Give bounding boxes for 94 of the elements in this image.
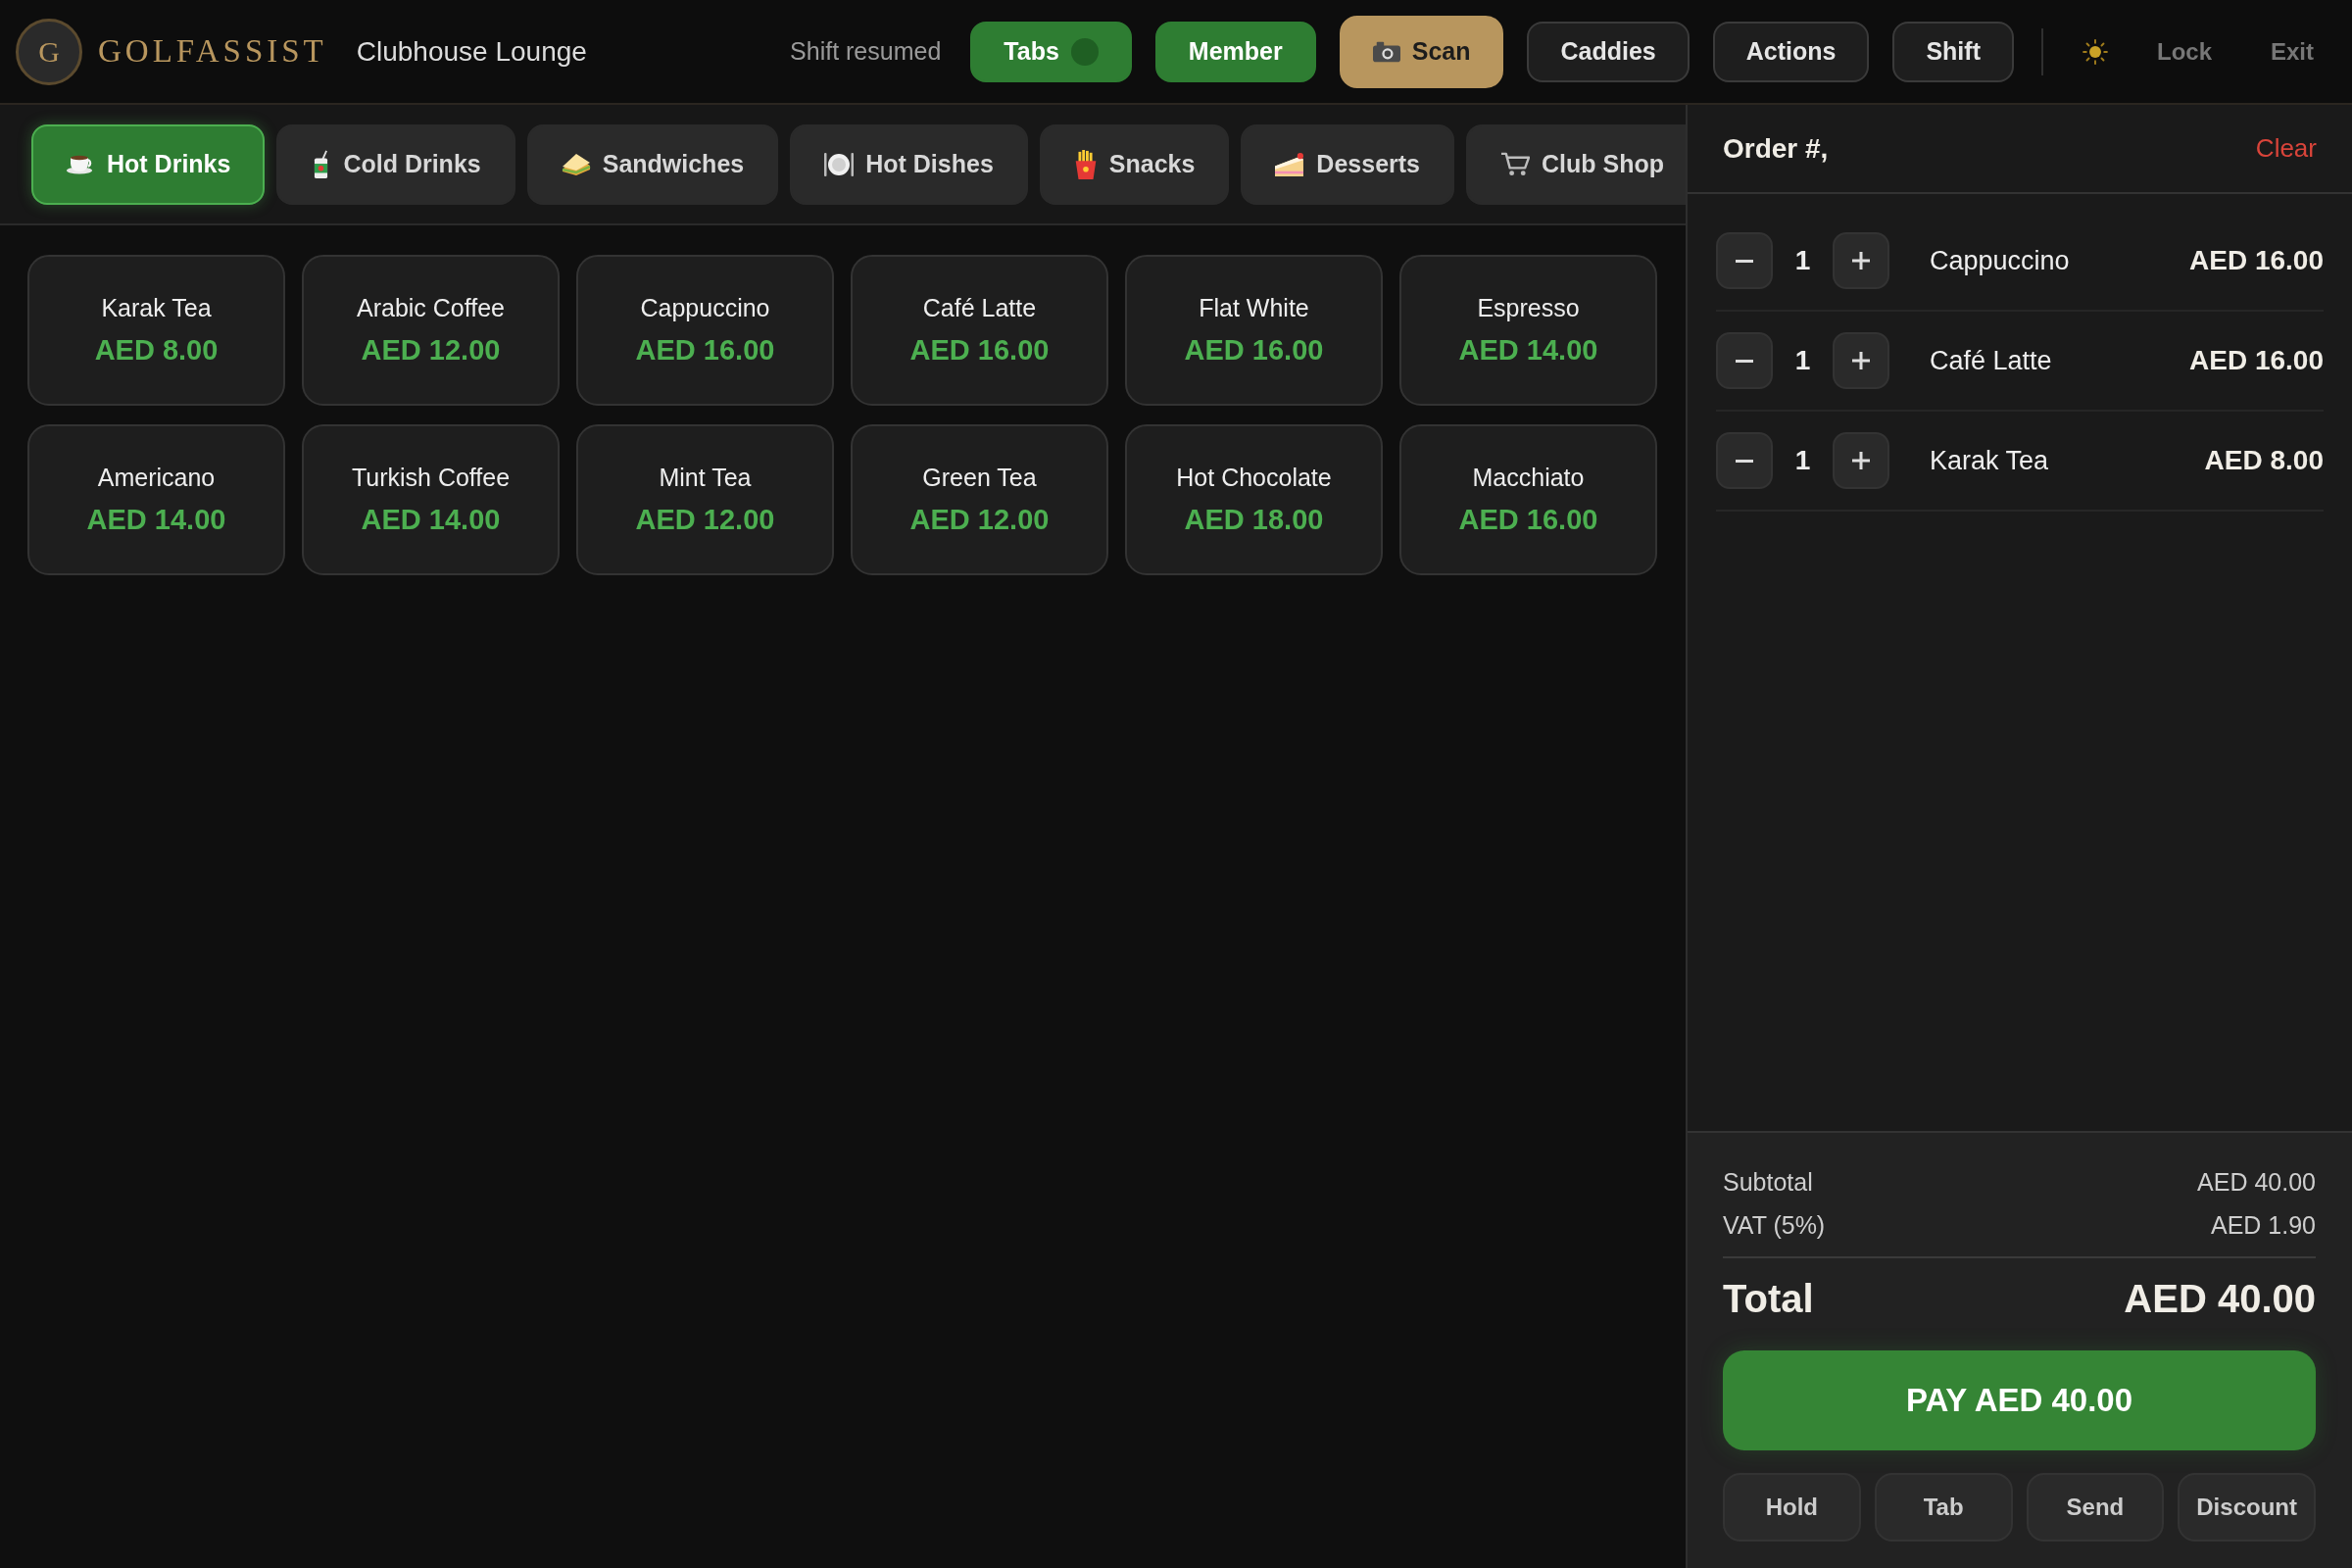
sun-icon[interactable] xyxy=(2082,38,2108,65)
scan-button[interactable]: Scan xyxy=(1339,15,1504,88)
dot-icon xyxy=(1070,37,1099,66)
cake-slice-icon xyxy=(1275,152,1305,176)
product-card[interactable]: Karak Tea AED 8.00 xyxy=(27,255,285,406)
product-name: Cappuccino xyxy=(640,294,770,322)
product-name: Americano xyxy=(97,464,216,492)
minus-icon xyxy=(1736,359,1753,363)
item-price: AED 8.00 xyxy=(2204,445,2324,476)
product-name: Turkish Coffee xyxy=(351,464,511,492)
toolbar-button[interactable]: Caddies xyxy=(1527,21,1690,82)
order-action-button[interactable]: Discount xyxy=(2178,1473,2316,1542)
order-action-button[interactable]: Send xyxy=(2026,1473,2165,1542)
item-price: AED 16.00 xyxy=(2189,345,2324,376)
pay-button[interactable]: PAY AED 40.00 xyxy=(1723,1350,2316,1450)
product-name: Arabic Coffee xyxy=(357,294,505,322)
product-name: Karak Tea xyxy=(101,294,212,322)
product-name: Green Tea xyxy=(922,464,1037,492)
order-action-button[interactable]: Tab xyxy=(1874,1473,2013,1542)
product-name: Macchiato xyxy=(1472,464,1585,492)
category-tab[interactable]: Hot Drinks xyxy=(31,123,266,205)
toolbar-button[interactable]: Actions xyxy=(1712,21,1870,82)
summary-value: AED 40.00 xyxy=(2197,1167,2316,1197)
item-name: Café Latte xyxy=(1930,345,2053,376)
product-card[interactable]: Mint Tea AED 12.00 xyxy=(576,424,834,575)
product-name: Café Latte xyxy=(922,294,1037,322)
minus-icon xyxy=(1736,259,1753,263)
member-button[interactable]: Member xyxy=(1154,21,1316,82)
item-name: Karak Tea xyxy=(1930,445,2050,476)
minus-icon xyxy=(1736,459,1753,463)
plate-icon xyxy=(824,150,855,178)
logo-mark: G xyxy=(16,18,82,85)
product-price: AED 14.00 xyxy=(361,504,501,536)
product-card[interactable]: Arabic Coffee AED 12.00 xyxy=(302,255,560,406)
item-quantity: 1 xyxy=(1793,345,1812,376)
product-name: Espresso xyxy=(1477,294,1580,322)
product-price: AED 8.00 xyxy=(94,334,219,367)
fries-icon xyxy=(1073,149,1098,179)
increase-button[interactable] xyxy=(1833,432,1889,489)
category-tab[interactable]: Cold Drinks xyxy=(276,123,515,205)
product-price: AED 12.00 xyxy=(635,504,775,536)
product-card[interactable]: Cappuccino AED 16.00 xyxy=(576,255,834,406)
product-card[interactable]: Americano AED 14.00 xyxy=(27,424,285,575)
toolbar-button[interactable]: Shift xyxy=(1892,21,2014,82)
product-price: AED 16.00 xyxy=(1458,504,1598,536)
clear-button[interactable]: Clear xyxy=(2249,127,2323,170)
location-name: Clubhouse Lounge xyxy=(356,35,587,68)
tabs-button[interactable]: Tabs xyxy=(970,21,1132,82)
increase-button[interactable] xyxy=(1833,332,1889,389)
product-price: AED 16.00 xyxy=(1184,334,1324,367)
cart-icon xyxy=(1500,151,1530,177)
product-price: AED 14.00 xyxy=(1458,334,1598,367)
plus-icon xyxy=(1852,252,1870,270)
brand-name: GOLFASSIST xyxy=(98,33,327,70)
total-label: Total xyxy=(1723,1276,1814,1321)
header-link[interactable]: Lock xyxy=(2136,29,2231,74)
item-quantity: 1 xyxy=(1793,445,1812,476)
product-card[interactable]: Espresso AED 14.00 xyxy=(1399,255,1657,406)
product-price: AED 14.00 xyxy=(86,504,226,536)
product-price: AED 16.00 xyxy=(635,334,775,367)
product-price: AED 12.00 xyxy=(361,334,501,367)
product-card[interactable]: Hot Chocolate AED 18.00 xyxy=(1125,424,1383,575)
order-title: Order #, xyxy=(1723,132,1829,165)
product-price: AED 18.00 xyxy=(1184,504,1324,536)
product-name: Flat White xyxy=(1199,294,1309,322)
sandwich-icon xyxy=(561,152,591,176)
summary-label: Subtotal xyxy=(1723,1167,1813,1197)
product-card[interactable]: Café Latte AED 16.00 xyxy=(851,255,1108,406)
product-card[interactable]: Macchiato AED 16.00 xyxy=(1399,424,1657,575)
category-tab[interactable]: Desserts xyxy=(1241,123,1454,205)
increase-button[interactable] xyxy=(1833,232,1889,289)
shift-status: Shift resumed xyxy=(790,37,942,66)
item-price: AED 16.00 xyxy=(2189,245,2324,276)
product-price: AED 16.00 xyxy=(909,334,1050,367)
item-quantity: 1 xyxy=(1793,245,1812,276)
product-name: Mint Tea xyxy=(659,464,752,492)
product-price: AED 12.00 xyxy=(909,504,1050,536)
category-tab[interactable]: Sandwiches xyxy=(526,123,779,205)
order-action-button[interactable]: Hold xyxy=(1723,1473,1861,1542)
category-tab[interactable]: Club Shop xyxy=(1466,123,1686,205)
product-card[interactable]: Green Tea AED 12.00 xyxy=(851,424,1108,575)
summary-label: VAT (5%) xyxy=(1723,1210,1826,1240)
product-name: Hot Chocolate xyxy=(1176,464,1332,492)
header-link[interactable]: Exit xyxy=(2251,29,2333,74)
camera-icon xyxy=(1372,40,1400,63)
product-card[interactable]: Turkish Coffee AED 14.00 xyxy=(302,424,560,575)
total-value: AED 40.00 xyxy=(2124,1276,2316,1321)
product-card[interactable]: Flat White AED 16.00 xyxy=(1125,255,1383,406)
plus-icon xyxy=(1852,352,1870,369)
plus-icon xyxy=(1852,452,1870,469)
category-tab[interactable]: Hot Dishes xyxy=(790,123,1028,205)
category-tab[interactable]: Snacks xyxy=(1039,123,1230,205)
item-name: Cappuccino xyxy=(1930,245,2071,276)
summary-value: AED 1.90 xyxy=(2211,1210,2316,1240)
